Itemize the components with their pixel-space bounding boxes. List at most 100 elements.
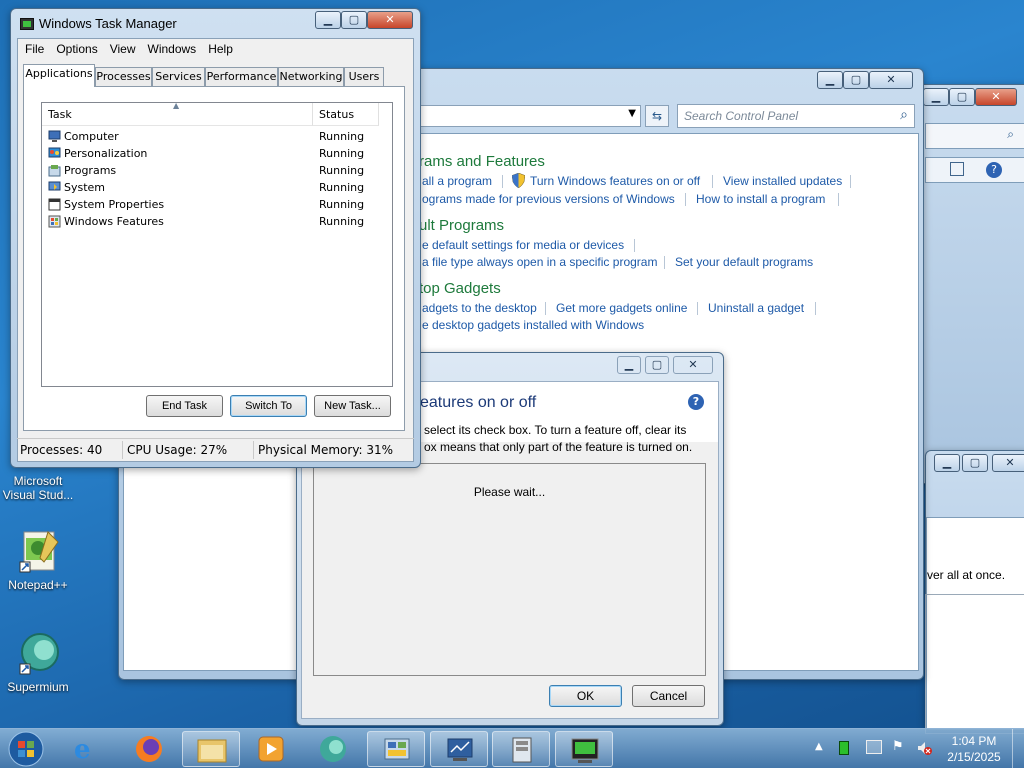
show-hidden-icons-icon[interactable]: ▲ — [815, 741, 823, 752]
taskbar-media-player[interactable] — [242, 731, 300, 767]
windows-features-icon — [48, 215, 61, 228]
menu-options[interactable]: Options — [50, 40, 103, 58]
minimize-button[interactable]: ▁ — [817, 71, 843, 89]
table-row[interactable]: Windows Features Running — [46, 213, 390, 230]
search-icon[interactable]: ⌕ — [900, 107, 908, 123]
network-icon[interactable] — [866, 740, 882, 754]
programs-and-features-heading[interactable]: rams and Features — [419, 153, 545, 170]
separator — [685, 193, 686, 206]
help-icon[interactable]: ? — [986, 162, 1002, 178]
uninstall-gadget-link[interactable]: Uninstall a gadget — [708, 301, 804, 315]
system-icon — [48, 181, 61, 194]
menu-view[interactable]: View — [104, 40, 142, 58]
minimize-button[interactable]: ▁ — [315, 11, 341, 29]
table-row[interactable]: System Properties Running — [46, 196, 390, 213]
new-task-button[interactable]: New Task... — [314, 395, 391, 417]
column-label: Task — [48, 108, 72, 121]
table-row[interactable]: System Running — [46, 179, 390, 196]
network-activity-icon[interactable] — [839, 741, 849, 755]
search-icon[interactable]: ⌕ — [1007, 127, 1014, 142]
end-task-button[interactable]: End Task — [146, 395, 223, 417]
taskbar-task-manager[interactable] — [430, 731, 488, 767]
column-header-task[interactable]: ▲ Task — [42, 101, 313, 126]
minimize-button[interactable]: ▁ — [617, 356, 641, 374]
tab-performance[interactable]: Performance — [205, 67, 278, 86]
switch-to-button[interactable]: Switch To — [230, 395, 307, 417]
maximize-button[interactable]: ▢ — [949, 88, 975, 106]
desktop-icon-visual-studio[interactable]: Microsoft Visual Stud... — [0, 474, 76, 502]
tab-applications[interactable]: Applications — [23, 64, 95, 87]
task-name: Computer — [64, 130, 119, 143]
maximize-button[interactable]: ▢ — [962, 454, 988, 472]
turn-windows-features-link[interactable]: Turn Windows features on or off — [530, 174, 700, 188]
minimize-button[interactable]: ▁ — [923, 88, 949, 106]
taskbar: e ▲ ⚑ 1:04 PM 2/15/2025 — [0, 728, 1024, 768]
show-desktop-button[interactable] — [1012, 729, 1024, 768]
desktop-icon-notepad-plus-plus[interactable]: Notepad++ — [0, 528, 76, 592]
tab-services[interactable]: Services — [152, 67, 205, 86]
column-header-status[interactable]: Status — [313, 103, 379, 126]
personalization-icon — [48, 147, 61, 160]
tab-processes[interactable]: Processes — [95, 67, 152, 86]
menu-bar: File Options View Windows Help — [19, 40, 239, 58]
search-input[interactable]: Search Control Panel — [684, 109, 798, 123]
menu-file[interactable]: File — [19, 40, 50, 58]
maximize-button[interactable]: ▢ — [645, 356, 669, 374]
close-button[interactable]: ✕ — [869, 71, 913, 89]
close-button[interactable]: ✕ — [367, 11, 413, 29]
tab-users[interactable]: Users — [344, 67, 384, 86]
desktop-gadgets-heading[interactable]: top Gadgets — [419, 280, 501, 297]
desktop-icon-label: Microsoft Visual Stud... — [2, 474, 74, 502]
taskbar-supermium[interactable] — [304, 731, 362, 767]
table-row[interactable]: Programs Running — [46, 162, 390, 179]
taskbar-control-panel[interactable] — [367, 731, 425, 767]
maximize-button[interactable]: ▢ — [341, 11, 367, 29]
default-settings-link[interactable]: e default settings for media or devices — [422, 238, 624, 252]
taskbar-internet-explorer[interactable]: e — [60, 731, 118, 767]
menu-windows[interactable]: Windows — [142, 40, 203, 58]
desktop-icon-supermium[interactable]: Supermium — [0, 630, 76, 694]
set-default-programs-link[interactable]: Set your default programs — [675, 255, 813, 269]
menu-help[interactable]: Help — [202, 40, 239, 58]
background-window-bottom[interactable]: ▁ ▢ ✕ ver all at once. — [925, 450, 1024, 734]
ok-button[interactable]: OK — [549, 685, 622, 707]
uninstall-program-link[interactable]: all a program — [422, 174, 492, 188]
volume-muted-icon[interactable] — [916, 740, 932, 756]
default-programs-heading[interactable]: ult Programs — [419, 217, 504, 234]
get-more-gadgets-link[interactable]: Get more gadgets online — [556, 301, 687, 315]
firefox-icon — [136, 736, 162, 762]
start-button[interactable] — [6, 730, 46, 768]
chevron-down-icon[interactable]: ▼ — [628, 108, 636, 119]
clock[interactable]: 1:04 PM 2/15/2025 — [940, 733, 1008, 765]
tab-networking[interactable]: Networking — [278, 67, 344, 86]
taskbar-firefox[interactable] — [120, 731, 178, 767]
address-bar[interactable]: ▼ — [409, 105, 641, 127]
system-properties-icon — [48, 198, 61, 211]
close-button[interactable]: ✕ — [992, 454, 1024, 472]
refresh-button[interactable]: ⇆ — [645, 105, 669, 127]
add-gadgets-link[interactable]: adgets to the desktop — [422, 301, 537, 315]
close-button[interactable]: ✕ — [673, 356, 713, 374]
minimize-button[interactable]: ▁ — [934, 454, 960, 472]
processes-count: Processes: 40 — [20, 443, 103, 457]
file-type-link[interactable]: a file type always open in a specific pr… — [422, 255, 657, 269]
table-row[interactable]: Personalization Running — [46, 145, 390, 162]
restore-gadgets-link[interactable]: e desktop gadgets installed with Windows — [422, 318, 644, 332]
view-installed-updates-link[interactable]: View installed updates — [723, 174, 842, 188]
run-older-programs-link[interactable]: ograms made for previous versions of Win… — [422, 192, 675, 206]
refresh-icon: ⇆ — [651, 109, 663, 123]
taskbar-command-prompt[interactable] — [555, 731, 613, 767]
search-box[interactable]: Search Control Panel ⌕ — [677, 104, 915, 128]
description-line: select its check box. To turn a feature … — [424, 423, 687, 437]
internet-explorer-icon: e — [74, 735, 91, 765]
maximize-button[interactable]: ▢ — [843, 71, 869, 89]
preview-pane-icon[interactable] — [950, 162, 964, 176]
taskbar-system-properties[interactable] — [492, 731, 550, 767]
table-row[interactable]: Computer Running — [46, 128, 390, 145]
help-icon[interactable]: ? — [688, 394, 704, 410]
close-button[interactable]: ✕ — [975, 88, 1017, 106]
how-to-install-link[interactable]: How to install a program — [696, 192, 825, 206]
taskbar-windows-explorer[interactable] — [182, 731, 240, 767]
cancel-button[interactable]: Cancel — [632, 685, 705, 707]
action-center-flag-icon[interactable]: ⚑ — [892, 739, 904, 754]
